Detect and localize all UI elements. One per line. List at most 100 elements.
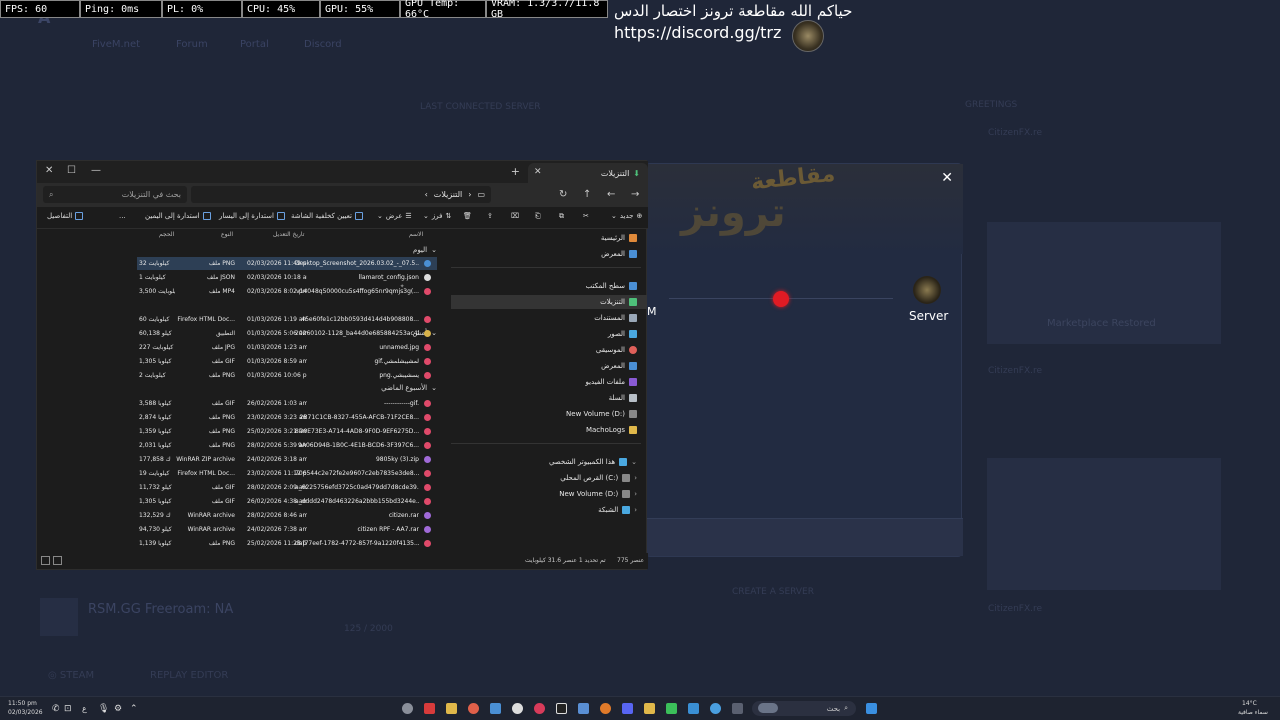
discord-icon[interactable] — [622, 703, 633, 714]
chevron-down-icon[interactable]: ⌄ — [631, 458, 637, 466]
table-row[interactable]: unnamed.jpg 01/03/2026 1:23 am ملف JPG 227 … — [137, 341, 437, 354]
table-row[interactable]: png.يسشيبشي 01/03/2026 10:06 pm ملف PNG 2 ك… — [137, 369, 437, 382]
nav-home[interactable]: الرئيسية — [601, 231, 637, 245]
table-row[interactable]: 9805ky (3).zip 24/02/2026 3:18 am WinRAR Z… — [137, 453, 437, 466]
close-icon[interactable]: ✕ — [941, 170, 953, 186]
nav-local-disk[interactable]: القرص المحلي (C:) › — [560, 471, 637, 485]
nav-volume-d-2[interactable]: New Volume (D:) › — [559, 487, 637, 501]
weather-desc[interactable]: سماء صافية — [1238, 709, 1268, 716]
nav-recycle[interactable]: السلة — [609, 391, 637, 405]
nav-forum[interactable]: Forum — [176, 39, 208, 50]
chevron-right-icon[interactable]: › — [634, 490, 637, 498]
table-row[interactable]: citizen RPF - AA7.rar 24/02/2026 7:38 am W… — [137, 523, 437, 536]
language-indicator[interactable]: ع — [82, 704, 87, 713]
nav-documents[interactable]: المستندات — [594, 311, 637, 325]
edge-icon[interactable] — [710, 703, 721, 714]
last-server-name[interactable]: RSM.GG Freeroam: NA — [88, 602, 233, 617]
sort-button[interactable]: ⌄ فرز ⇅ — [423, 212, 451, 220]
weather-temp[interactable]: 14°C — [1242, 700, 1257, 707]
close-window-icon[interactable]: ✕ — [45, 165, 53, 176]
set-background-button[interactable]: تعيين كخلفية الشاشة — [291, 212, 363, 220]
photos-icon[interactable] — [578, 703, 589, 714]
rotate-left-button[interactable]: استدارة إلى اليسار — [219, 212, 285, 220]
details-view-icon[interactable] — [41, 556, 50, 565]
table-row[interactable]: citizen.rar 28/02/2026 8:46 am WinRAR arch… — [137, 509, 437, 522]
nav-fivem[interactable]: FiveM.net — [92, 39, 140, 50]
xbox-icon[interactable] — [666, 703, 677, 714]
rotate-right-button[interactable]: استدارة إلى اليمين — [145, 212, 211, 220]
group-today[interactable]: اليوم ⌄ — [413, 246, 437, 254]
steam-icon[interactable] — [688, 703, 699, 714]
table-row[interactable]: gif.لمشيبشلمشي 01/03/2026 8:59 am ملف GIF 1… — [137, 355, 437, 368]
maximize-icon[interactable]: ☐ — [67, 165, 76, 176]
nav-pictures[interactable]: الصور — [608, 327, 637, 341]
table-row[interactable]: v14048q50000cu5s4ffog65nr9qmjs3g(... 02/0… — [137, 285, 437, 298]
table-row[interactable]: 8D0E73E3-A714-4AD8-9F0D-9EF6275D... 25/02… — [137, 425, 437, 438]
notification-icon[interactable]: ✆ — [52, 704, 60, 714]
refresh-icon[interactable]: ↻ — [559, 189, 567, 200]
nav-music[interactable]: الموسيقى — [596, 343, 637, 357]
nav-videos[interactable]: ملفات الفيديو — [585, 375, 637, 389]
cut-icon[interactable]: ✂ — [583, 212, 589, 220]
tiktok-icon[interactable] — [556, 703, 567, 714]
table-row[interactable]: 706544c2e72fe2e9607c2eb7835e3de8... 23/02… — [137, 467, 437, 480]
store-icon[interactable] — [490, 703, 501, 714]
show-hidden-icon[interactable]: ⌃ — [130, 704, 138, 714]
app-launcher-icon[interactable] — [424, 703, 435, 714]
chevron-right-icon[interactable]: › — [634, 474, 637, 482]
search-input[interactable]: ⌕ بحث في التنزيلات — [43, 186, 187, 203]
table-row[interactable]: 9A06D94B-1B0C-4E1B-BCD6-3F397C6... 28/02/… — [137, 439, 437, 452]
nav-gallery[interactable]: المعرض — [601, 247, 637, 261]
table-row[interactable]: 45e60fe1c12bb0593d414d4b908808... 01/03/2… — [137, 313, 437, 326]
view-button[interactable]: ⌄ عرض ☰ — [377, 212, 412, 220]
delete-icon[interactable]: 🗑 — [463, 212, 472, 220]
details-button[interactable]: التفاصيل — [47, 212, 84, 220]
clock-time[interactable]: 11:50 pm — [8, 700, 37, 707]
create-server-label[interactable]: CREATE A SERVER — [732, 587, 814, 597]
nav-network[interactable]: الشبكة › — [598, 503, 637, 517]
column-date[interactable]: تاريخ التعديل — [273, 231, 304, 241]
file-explorer-taskbar-icon[interactable] — [446, 703, 457, 714]
new-button[interactable]: ⌄ جديد ⊕ — [611, 212, 642, 220]
nav-gallery-2[interactable]: المعرض — [601, 359, 637, 373]
column-size[interactable]: الحجم — [159, 231, 174, 241]
up-icon[interactable]: ↑ — [583, 189, 591, 200]
table-row[interactable]: a_6225756efd3725c0ad479dd7d8cde39... 28/0… — [137, 481, 437, 494]
folder-taskbar-icon[interactable] — [644, 703, 655, 714]
thumbnail-view-icon[interactable] — [53, 556, 62, 565]
nav-portal[interactable]: Portal — [240, 39, 269, 50]
chevron-right-icon[interactable]: › — [634, 506, 637, 514]
nav-discord[interactable]: Discord — [304, 39, 342, 50]
table-row[interactable]: 20260102-1128_ba44d0e685884253ac4f... 01/… — [137, 327, 437, 340]
taskbar-search[interactable]: بحث ⌕ — [752, 701, 856, 716]
column-type[interactable]: النوع — [221, 231, 233, 241]
nav-desktop[interactable]: ✦ سطح المكتب — [400, 279, 637, 293]
search-app-icon[interactable] — [512, 703, 523, 714]
more-button[interactable]: ... — [119, 212, 126, 220]
network-tray-icon[interactable]: ⊡ — [64, 704, 72, 714]
group-last-week[interactable]: الأسبوع الماضي ⌄ — [381, 384, 437, 392]
settings-app-icon[interactable] — [402, 703, 413, 714]
back-icon[interactable]: → — [631, 189, 639, 200]
steam-button[interactable]: ◎ STEAM — [48, 670, 94, 681]
replay-editor-button[interactable]: REPLAY EDITOR — [150, 670, 228, 681]
nav-macho-logs[interactable]: MachoLogs — [586, 423, 637, 437]
clock-date[interactable]: 02/03/2026 — [8, 709, 43, 716]
chrome-icon[interactable] — [468, 703, 479, 714]
path-segment[interactable]: التنزيلات — [434, 190, 462, 199]
table-row[interactable]: daf77eef-1782-4772-857f-9a1220f4135... 25… — [137, 537, 437, 550]
table-row[interactable]: ------------gif. 26/02/2026 1:03 am ملف GI… — [137, 397, 437, 410]
tab-downloads[interactable]: ✕ التنزيلات ⬇ — [528, 163, 648, 183]
media-icon[interactable] — [534, 703, 545, 714]
minimize-icon[interactable]: — — [91, 165, 101, 176]
path-field[interactable]: ‹ التنزيلات › ▭ — [191, 186, 491, 203]
forward-icon[interactable]: ← — [607, 189, 615, 200]
settings-tray-icon[interactable]: ⚙ — [114, 704, 122, 714]
rename-icon[interactable]: ⌧ — [511, 212, 519, 220]
copy-icon[interactable]: ⧉ — [559, 212, 564, 221]
paste-icon[interactable]: ⎗ — [535, 212, 541, 221]
column-name[interactable]: الاسم — [409, 231, 423, 241]
nav-downloads[interactable]: التنزيلات — [451, 295, 647, 309]
firefox-icon[interactable] — [600, 703, 611, 714]
task-view-icon[interactable] — [732, 703, 743, 714]
